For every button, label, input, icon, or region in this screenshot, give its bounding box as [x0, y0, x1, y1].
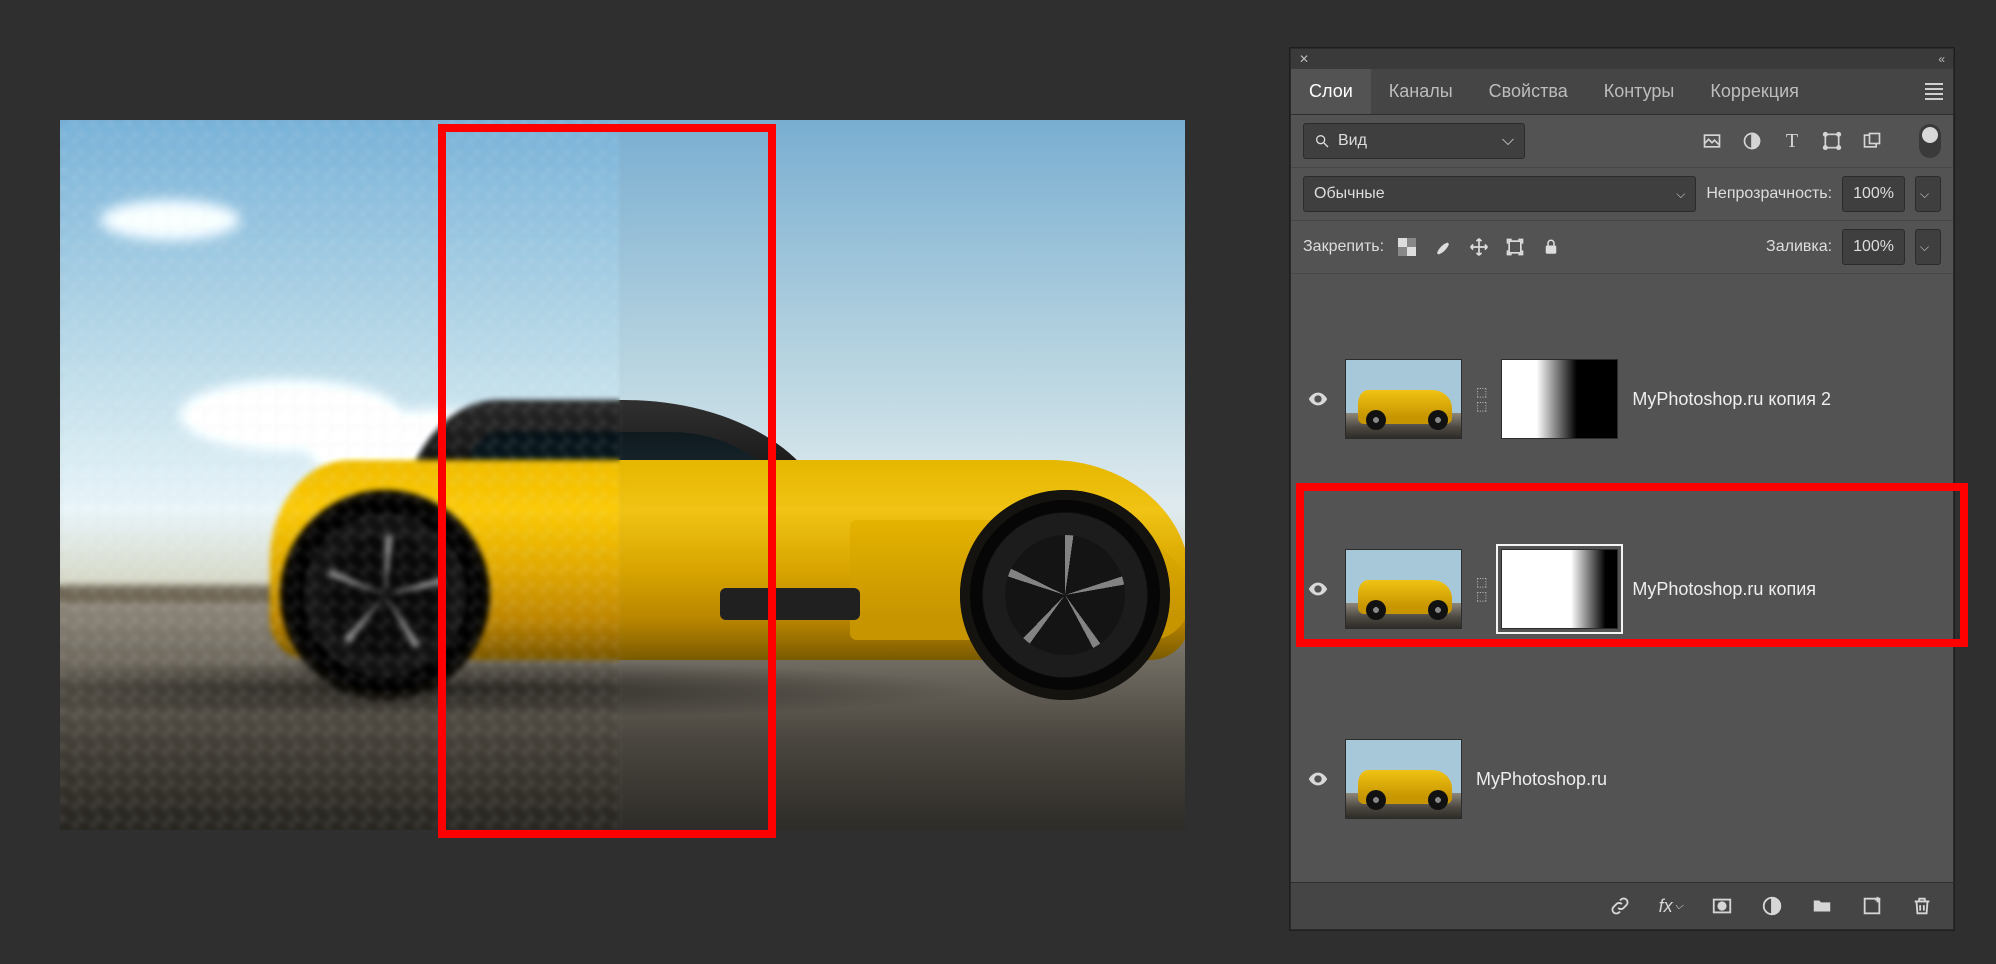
panel-footer: fx ⌵: [1291, 882, 1953, 929]
lock-row: Закрепить: Заливка: 100% ⌵: [1291, 221, 1953, 274]
lock-artboard-icon[interactable]: [1502, 234, 1528, 260]
adjustment-layer-icon[interactable]: [1761, 895, 1783, 917]
blend-mode-select[interactable]: Обычные ⌵: [1303, 176, 1696, 212]
blend-row: Обычные ⌵ Непрозрачность: 100% ⌵: [1291, 168, 1953, 221]
filter-buttons: T: [1699, 128, 1885, 154]
fx-icon[interactable]: fx ⌵: [1659, 896, 1683, 917]
layer-kind-select[interactable]: Вид ⌵: [1303, 123, 1525, 159]
filter-adjust-icon[interactable]: [1739, 128, 1765, 154]
layer-thumbnail[interactable]: [1345, 739, 1462, 819]
fill-chevron[interactable]: ⌵: [1915, 229, 1941, 265]
filter-toggle[interactable]: [1919, 124, 1941, 158]
tab-paths[interactable]: Контуры: [1586, 69, 1693, 114]
collapse-icon[interactable]: «: [1938, 52, 1945, 66]
lock-all-icon[interactable]: [1538, 234, 1564, 260]
layer-row[interactable]: MyPhotoshop.ru: [1291, 714, 1953, 844]
link-layers-icon[interactable]: [1609, 895, 1631, 917]
chevron-down-icon: ⌵: [1502, 132, 1514, 150]
panel-tabs: Слои Каналы Свойства Контуры Коррекция: [1291, 69, 1953, 115]
visibility-toggle[interactable]: [1305, 768, 1331, 790]
new-layer-icon[interactable]: [1861, 895, 1883, 917]
search-icon: [1314, 133, 1330, 149]
filter-shape-icon[interactable]: [1819, 128, 1845, 154]
visibility-toggle[interactable]: [1305, 388, 1331, 410]
chevron-down-icon: ⌵: [1676, 187, 1685, 202]
lock-brush-icon[interactable]: [1430, 234, 1456, 260]
opacity-input[interactable]: 100%: [1842, 176, 1905, 212]
close-icon[interactable]: ✕: [1299, 52, 1309, 66]
layer-mask-thumbnail[interactable]: [1501, 359, 1618, 439]
tab-layers[interactable]: Слои: [1291, 69, 1371, 114]
group-icon[interactable]: [1811, 895, 1833, 917]
layer-name[interactable]: MyPhotoshop.ru: [1476, 769, 1607, 790]
annotation-red-box-layer: [1296, 483, 1968, 647]
layer-name[interactable]: MyPhotoshop.ru копия 2: [1632, 389, 1831, 410]
panel-titlebar[interactable]: ✕ «: [1291, 49, 1953, 69]
layer-kind-label: Вид: [1338, 132, 1367, 150]
panel-menu-icon[interactable]: [1915, 83, 1953, 100]
fill-input[interactable]: 100%: [1842, 229, 1905, 265]
filter-type-icon[interactable]: T: [1779, 128, 1805, 154]
stage: ✕ « Слои Каналы Свойства Контуры Коррекц…: [0, 0, 1996, 964]
trash-icon[interactable]: [1911, 895, 1933, 917]
opacity-label: Непрозрачность:: [1706, 185, 1832, 203]
filter-smart-icon[interactable]: [1859, 128, 1885, 154]
add-mask-icon[interactable]: [1711, 895, 1733, 917]
lock-pixels-icon[interactable]: [1394, 234, 1420, 260]
fill-label: Заливка:: [1766, 238, 1832, 256]
lock-label: Закрепить:: [1303, 238, 1384, 256]
filter-row: Вид ⌵ T: [1291, 115, 1953, 168]
tab-adjustments[interactable]: Коррекция: [1692, 69, 1817, 114]
mask-link-icon[interactable]: ⬚⬚: [1476, 385, 1487, 413]
blend-mode-value: Обычные: [1314, 185, 1385, 203]
tab-channels[interactable]: Каналы: [1371, 69, 1471, 114]
annotation-red-box-canvas: [438, 124, 776, 838]
filter-pixel-icon[interactable]: [1699, 128, 1725, 154]
lock-move-icon[interactable]: [1466, 234, 1492, 260]
layer-row[interactable]: ⬚⬚ MyPhotoshop.ru копия 2: [1291, 334, 1953, 464]
opacity-chevron[interactable]: ⌵: [1915, 176, 1941, 212]
layer-thumbnail[interactable]: [1345, 359, 1462, 439]
tab-properties[interactable]: Свойства: [1471, 69, 1586, 114]
